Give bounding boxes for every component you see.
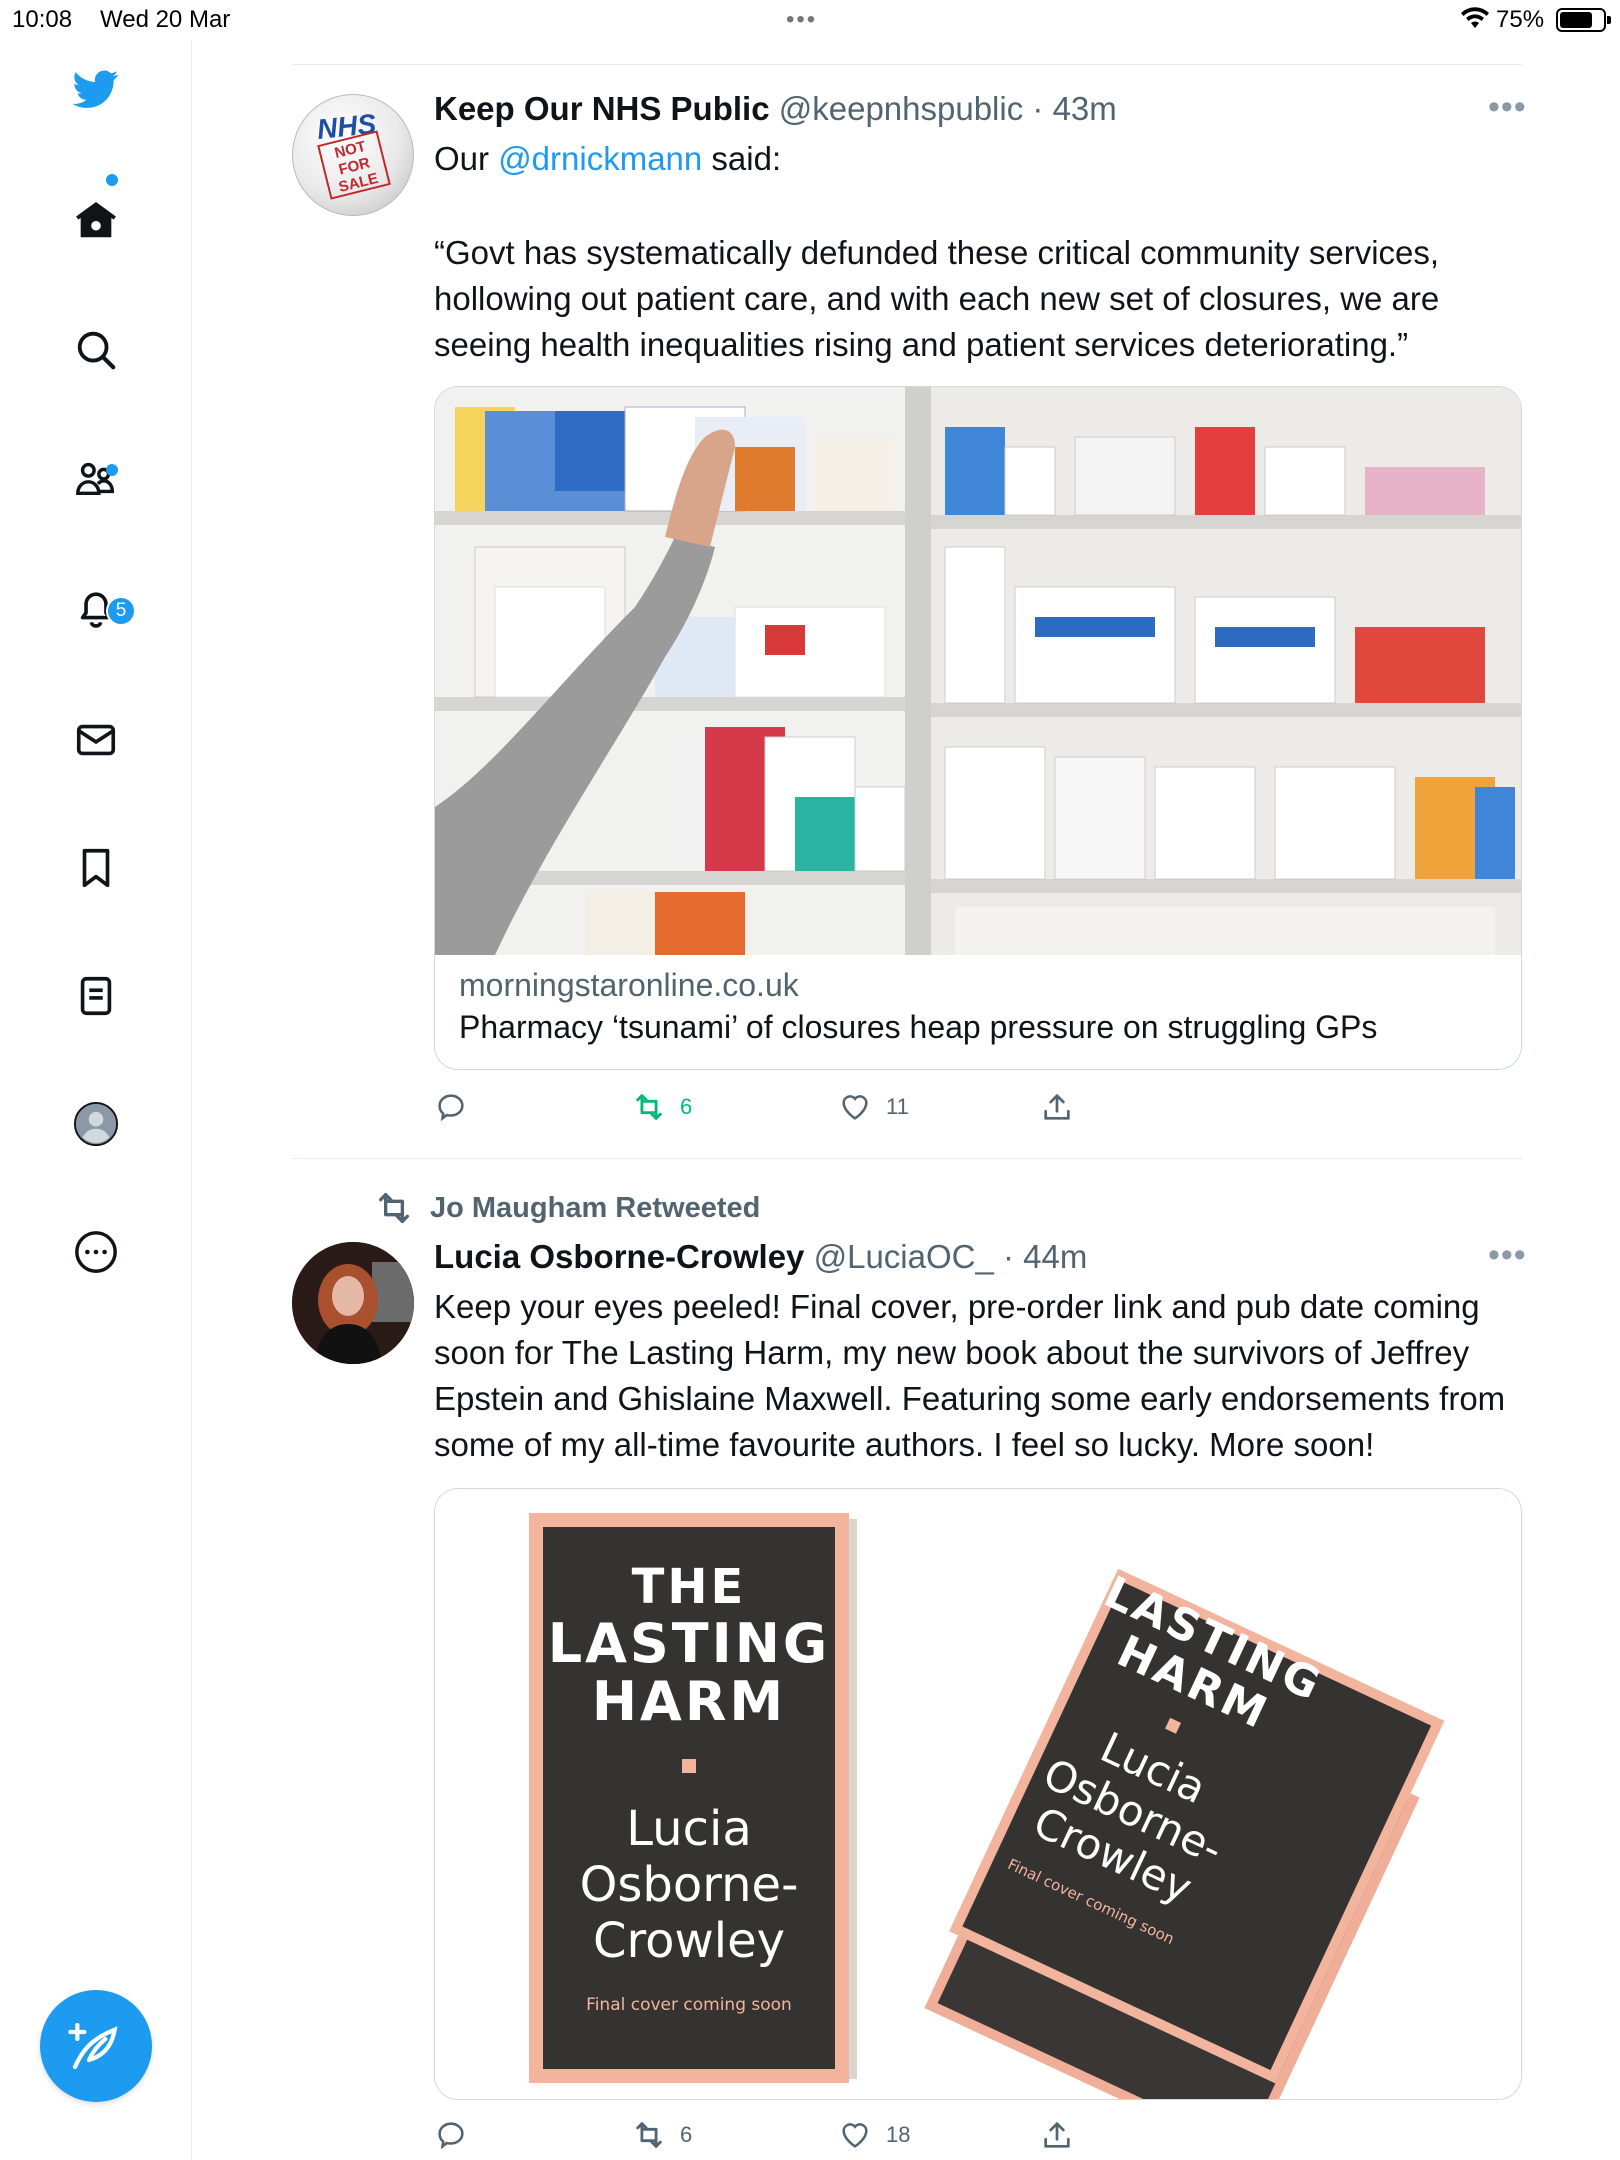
share-button[interactable] [1040,2118,1074,2152]
retweet-icon [636,2122,662,2148]
link-card-domain: morningstaronline.co.uk [459,967,799,1003]
search-icon[interactable] [72,326,120,374]
reply-button[interactable] [434,1090,482,1124]
handle[interactable]: @LuciaOC_ [814,1238,994,1275]
status-time: 10:08 [12,6,73,33]
pharmacy-shelves-image [435,387,1521,955]
like-count: 18 [886,2122,911,2147]
media-card[interactable]: THE LASTING HARM Lucia Osborne- Crowley … [434,1488,1522,2100]
handle[interactable]: @keepnhspublic [779,90,1024,127]
tweet-divider [292,1158,1522,1159]
messages-icon[interactable] [72,716,120,764]
sidebar-nav: 5 [0,40,192,2160]
reply-button[interactable] [434,2118,482,2152]
tweet-text: Our @drnickmann said: [434,140,782,177]
like-button[interactable]: 11 [838,1090,909,1124]
home-new-dot [106,174,118,186]
retweeted-by-line: Jo Maugham Retweeted [374,1188,760,1228]
share-button[interactable] [1040,1090,1074,1124]
retweeted-by-text[interactable]: Jo Maugham Retweeted [430,1192,760,1225]
tweet-more-button[interactable]: ••• [1488,1236,1527,1275]
home-icon[interactable] [72,196,120,244]
tweet-quote-text: “Govt has systematically defunded these … [434,234,1440,363]
share-icon [1044,2122,1070,2148]
communities-icon[interactable] [72,454,120,502]
retweet-button[interactable]: 6 [632,1090,692,1124]
status-bar: 10:08 Wed 20 Mar ••• 75% [0,0,1620,40]
timestamp[interactable]: · 43m [1032,90,1116,127]
retweet-icon [636,1094,662,1120]
link-card-info: morningstaronline.co.uk Pharmacy ‘tsunam… [435,965,1521,1049]
multitasking-dots[interactable]: ••• [786,6,817,34]
notifications-badge: 5 [106,596,136,626]
reply-icon [438,2122,464,2150]
like-count: 11 [886,1094,909,1119]
retweet-count: 6 [680,1094,693,1119]
like-button[interactable]: 18 [838,2118,910,2152]
wifi-icon [1461,7,1489,28]
timestamp[interactable]: · 44m [1003,1238,1087,1275]
heart-icon [842,1095,868,1120]
battery-icon [1556,8,1611,32]
avatar-portrait [292,1242,414,1364]
tweet-actions: 6 11 [434,1090,1134,1130]
tweet-actions: 6 18 [434,2118,1134,2158]
bookmarks-icon[interactable] [72,844,120,892]
reply-icon [438,1094,464,1122]
status-date: Wed 20 Mar [100,6,231,33]
tweet-text: Keep your eyes peeled! Final cover, pre-… [434,1288,1506,1463]
mention-link[interactable]: @drnickmann [498,140,702,177]
more-icon[interactable] [72,1228,120,1276]
book-cover-left: THE LASTING HARM Lucia Osborne- Crowley … [547,1559,831,2015]
avatar[interactable]: NHS NOT FOR SALE [292,94,414,216]
avatar[interactable] [292,1242,414,1364]
tweet-header: Keep Our NHS Public @keepnhspublic · 43m [434,90,1117,128]
compose-feather-icon [68,2022,118,2070]
retweet-icon [379,1193,409,1223]
tweet-header: Lucia Osborne-Crowley @LuciaOC_ · 44m [434,1238,1087,1276]
feed-top-divider [292,64,1522,65]
share-icon [1044,1094,1070,1120]
heart-icon [842,2123,868,2148]
retweet-count: 6 [680,2122,693,2147]
lists-icon[interactable] [72,972,120,1020]
display-name[interactable]: Lucia Osborne-Crowley [434,1238,804,1275]
battery-percent: 75% [1496,6,1545,33]
communities-new-dot [106,464,118,476]
retweet-button[interactable]: 6 [632,2118,692,2152]
display-name[interactable]: Keep Our NHS Public [434,90,770,127]
book-emblem-icon [682,1759,696,1773]
compose-button[interactable] [40,1990,152,2102]
tweet-more-button[interactable]: ••• [1488,88,1527,127]
profile-icon[interactable] [72,1100,120,1148]
link-card[interactable]: morningstaronline.co.uk Pharmacy ‘tsunam… [434,386,1522,1070]
twitter-logo-icon[interactable] [72,64,120,112]
link-card-title: Pharmacy ‘tsunami’ of closures heap pres… [459,1009,1378,1045]
